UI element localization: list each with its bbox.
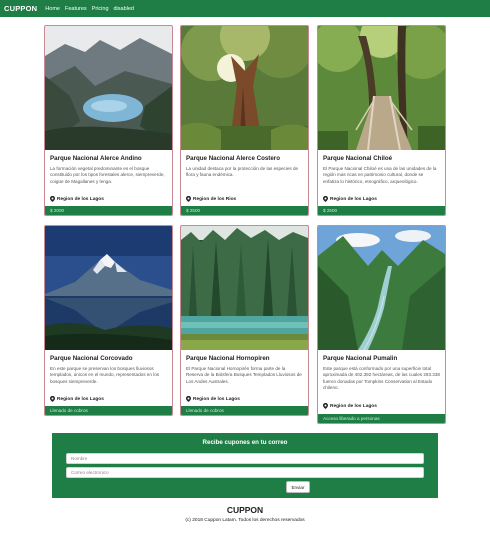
park-title: Parque Nacional Alerce Andino [50,155,142,162]
park-description: La formación vegetal predominante es el … [50,166,165,184]
park-photo [45,26,172,150]
park-photo [45,226,172,350]
email-input[interactable]: Correo electronico [66,467,424,478]
navbar-brand[interactable]: CUPPON [4,4,37,13]
park-title: Parque Nacional Corcovado [50,355,133,362]
park-description: En este parque se preservan los bosques … [50,366,160,384]
park-card-footer: Llenado de cobros [45,406,172,415]
newsletter-form: Recibe cupones en tu correo Nombre Corre… [52,433,438,498]
footer-brand: CUPPON [226,505,264,515]
navbar: CUPPON Home Features Pricing disabled [0,0,490,17]
park-photo [181,226,308,350]
map-pin-icon [186,396,191,402]
map-pin-icon [186,196,191,202]
park-card-hornopiren[interactable]: Parque Nacional Hornopiren El Parque Nac… [180,225,309,416]
park-card-footer: Llenado de cobros [181,406,308,415]
park-card-pumalin[interactable]: Parque Nacional Pumalin Este parque está… [317,225,446,424]
park-description: La unidad destaca por la protección de l… [186,166,299,178]
park-region-label: Region de los Lagos [57,196,104,202]
park-card-footer: $ 2000 [45,206,172,215]
nav-link-pricing[interactable]: Pricing [92,6,109,12]
nav-link-disabled: disabled [113,5,135,12]
park-photo [318,226,445,350]
park-card-footer: Acceso liberado a personas [318,414,445,423]
park-description: El Parque Nacional Hornopirén forma part… [186,366,302,384]
park-region-label: Region de los Lagos [330,196,377,202]
park-description: El Parque Nacional Chiloé es una de las … [323,166,437,184]
park-region: Region de los Lagos [323,403,440,409]
park-region-label: Region de los Lagos [330,403,377,409]
park-photo [181,26,308,150]
park-card-alerce-costero[interactable]: Parque Nacional Alerce Costero La unidad… [180,25,309,216]
park-card-footer: $ 2500 [318,206,445,215]
park-region: Region de los Lagos [50,196,167,202]
map-pin-icon [323,196,328,202]
park-description: Este parque está conformado por una supe… [323,366,440,391]
park-region: Region de los Lagos [50,396,167,402]
park-region-label: Region de los Rios [193,196,237,202]
park-region-label: Region de los Lagos [193,396,240,402]
nav-link-features[interactable]: Features [65,6,87,12]
map-pin-icon [50,396,55,402]
park-card-alerce-andino[interactable]: Parque Nacional Alerce Andino La formaci… [44,25,173,216]
park-card-footer: $ 2500 [181,206,308,215]
newsletter-title: Recibe cupones en tu correo [202,439,288,446]
park-card-chiloe[interactable]: Parque Nacional Chiloé El Parque Naciona… [317,25,446,216]
footer-copyright: (c) 2018 Cuppon Latam. Todos los derecho… [185,518,305,523]
park-title: Parque Nacional Pumalin [323,355,398,362]
park-region-label: Region de los Lagos [57,396,104,402]
submit-button[interactable]: Enviar [286,481,310,493]
park-card-corcovado[interactable]: Parque Nacional Corcovado En este parque… [44,225,173,416]
park-title: Parque Nacional Hornopiren [186,355,270,362]
park-title: Parque Nacional Alerce Costero [186,155,280,162]
name-input[interactable]: Nombre [66,453,424,464]
park-photo [318,26,445,150]
park-title: Parque Nacional Chiloé [323,155,393,162]
park-region: Region de los Lagos [186,396,303,402]
park-region: Region de los Rios [186,196,303,202]
map-pin-icon [323,403,328,409]
map-pin-icon [50,196,55,202]
park-region: Region de los Lagos [323,196,440,202]
nav-link-home[interactable]: Home [45,6,60,12]
